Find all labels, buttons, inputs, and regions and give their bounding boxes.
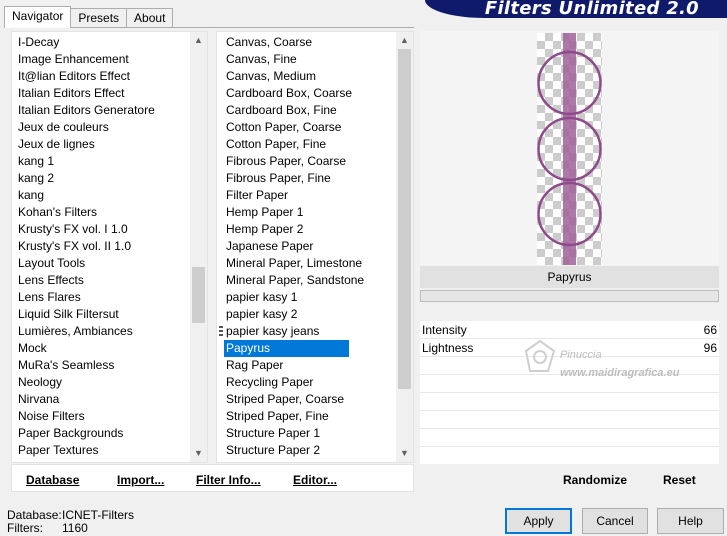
help-button[interactable]: Help — [657, 508, 724, 534]
scroll-up-icon[interactable]: ▲ — [190, 32, 207, 49]
list-item[interactable]: papier kasy 1 — [217, 289, 396, 306]
list-item[interactable]: Noise Filters — [12, 408, 190, 425]
filter-items: Canvas, Coarse Canvas, Fine Canvas, Medium… — [217, 34, 396, 462]
param-row-empty — [420, 429, 719, 447]
list-item[interactable]: Lens Flares — [12, 289, 190, 306]
list-item[interactable]: Striped Paper, Coarse — [217, 391, 396, 408]
list-item[interactable]: Neology — [12, 374, 190, 391]
list-item[interactable]: Canvas, Fine — [217, 51, 396, 68]
list-item[interactable]: Nirvana — [12, 391, 190, 408]
watermark-logo-icon — [524, 339, 556, 372]
list-item[interactable]: Kohan's Filters — [12, 204, 190, 221]
list-item[interactable]: Lens Effects — [12, 272, 190, 289]
parameter-panel: Intensity 66 Lightness 96 Pinuccia www.m… — [420, 321, 719, 464]
list-item[interactable]: Lumières, Ambiances — [12, 323, 190, 340]
database-button[interactable]: Database — [26, 473, 79, 487]
preview-pane — [420, 31, 719, 265]
list-item[interactable]: papier kasy 2 — [217, 306, 396, 323]
list-item[interactable]: Mineral Paper, Sandstone — [217, 272, 396, 289]
list-item[interactable]: Paper Textures — [12, 442, 190, 459]
list-item[interactable]: Hemp Paper 1 — [217, 204, 396, 221]
param-row-empty — [420, 393, 719, 411]
list-item[interactable]: Rag Paper — [217, 357, 396, 374]
list-item[interactable]: Canvas, Medium — [217, 68, 396, 85]
list-item[interactable]: Structure Paper 2 — [217, 442, 396, 459]
list-item[interactable]: Striped Paper, Fine — [217, 408, 396, 425]
list-item[interactable]: I-Decay — [12, 34, 190, 51]
scroll-down-icon[interactable]: ▼ — [396, 445, 413, 462]
scroll-down-icon[interactable]: ▼ — [190, 445, 207, 462]
preview-filter-name: Papyrus — [420, 266, 719, 288]
app-banner: Filters Unlimited 2.0 — [425, 0, 727, 19]
scroll-thumb[interactable] — [192, 267, 205, 323]
list-item[interactable]: kang 2 — [12, 170, 190, 187]
list-item[interactable]: Cotton Paper, Coarse — [217, 119, 396, 136]
list-item[interactable]: Liquid Silk Filtersut — [12, 306, 190, 323]
param-label: Lightness — [422, 341, 474, 355]
scroll-thumb[interactable] — [398, 49, 411, 389]
list-item[interactable]: Recycling Paper — [217, 374, 396, 391]
list-item[interactable]: Krusty's FX vol. II 1.0 — [12, 238, 190, 255]
list-item[interactable]: Cardboard Box, Fine — [217, 102, 396, 119]
list-item[interactable]: It@lian Editors Effect — [12, 68, 190, 85]
scroll-up-icon[interactable]: ▲ — [396, 32, 413, 49]
filter-info-button[interactable]: Filter Info... — [196, 473, 261, 487]
import-button[interactable]: Import... — [117, 473, 164, 487]
drag-handle-icon — [219, 326, 223, 336]
list-item[interactable]: Image Enhancement — [12, 51, 190, 68]
list-item[interactable]: Mineral Paper, Limestone — [217, 255, 396, 272]
list-item[interactable]: Hemp Paper 2 — [217, 221, 396, 238]
progress-bar — [420, 290, 719, 302]
param-label: Intensity — [422, 323, 467, 337]
cancel-button[interactable]: Cancel — [582, 508, 648, 534]
list-item[interactable]: kang 1 — [12, 153, 190, 170]
list-item[interactable]: Cardboard Box, Coarse — [217, 85, 396, 102]
filter-list[interactable]: Canvas, Coarse Canvas, Fine Canvas, Medium… — [216, 31, 414, 463]
list-item[interactable]: Canvas, Coarse — [217, 34, 396, 51]
preview-toolbar: Randomize Reset — [420, 464, 719, 492]
list-item[interactable]: Structure Paper 1 — [217, 425, 396, 442]
category-scrollbar[interactable]: ▲ ▼ — [190, 32, 207, 462]
editor-button[interactable]: Editor... — [293, 473, 337, 487]
tab-strip: Navigator Presets About — [4, 6, 174, 28]
navigator-toolbar: Database Import... Filter Info... Editor… — [11, 464, 414, 492]
list-item[interactable]: Paper Backgrounds — [12, 425, 190, 442]
papyrus-preview-graphic — [537, 33, 602, 265]
list-item[interactable]: Japanese Paper — [217, 238, 396, 255]
filters-count: 1160 — [62, 521, 88, 535]
param-value[interactable]: 96 — [704, 339, 717, 357]
reset-button[interactable]: Reset — [663, 473, 696, 487]
list-item[interactable]: Filter Paper — [217, 187, 396, 204]
list-item[interactable]: Italian Editors Effect — [12, 85, 190, 102]
preview-image — [537, 33, 602, 265]
apply-button[interactable]: Apply — [505, 508, 572, 534]
list-item[interactable]: Fibrous Paper, Fine — [217, 170, 396, 187]
list-item[interactable]: Krusty's FX vol. I 1.0 — [12, 221, 190, 238]
randomize-button[interactable]: Randomize — [563, 473, 627, 487]
list-item[interactable]: MuRa's Seamless — [12, 357, 190, 374]
list-item[interactable]: Jeux de lignes — [12, 136, 190, 153]
param-row-empty — [420, 411, 719, 429]
list-item[interactable]: Fibrous Paper, Coarse — [217, 153, 396, 170]
tab-about[interactable]: About — [126, 8, 174, 28]
tab-presets[interactable]: Presets — [70, 8, 128, 28]
filter-scrollbar[interactable]: ▲ ▼ — [396, 32, 413, 462]
list-item-selected[interactable]: Papyrus — [224, 340, 349, 357]
list-item[interactable]: papier kasy jeans — [217, 323, 396, 340]
tab-navigator[interactable]: Navigator — [4, 6, 72, 28]
list-item[interactable]: Layout Tools — [12, 255, 190, 272]
watermark-name: Pinuccia — [560, 349, 602, 361]
list-item[interactable]: Jeux de couleurs — [12, 119, 190, 136]
watermark-url: www.maidiragrafica.eu — [560, 367, 680, 379]
param-value[interactable]: 66 — [704, 321, 717, 339]
app-title: Filters Unlimited 2.0 — [484, 0, 699, 19]
list-item[interactable]: Cotton Paper, Fine — [217, 136, 396, 153]
category-items: I-Decay Image Enhancement It@lian Editors … — [12, 34, 190, 462]
category-list[interactable]: I-Decay Image Enhancement It@lian Editors … — [11, 31, 208, 463]
list-item[interactable]: Italian Editors Generatore — [12, 102, 190, 119]
watermark: Pinuccia www.maidiragrafica.eu — [520, 329, 700, 389]
list-item[interactable]: Mock — [12, 340, 190, 357]
list-item[interactable]: kang — [12, 187, 190, 204]
filters-label: Filters: — [7, 521, 43, 535]
